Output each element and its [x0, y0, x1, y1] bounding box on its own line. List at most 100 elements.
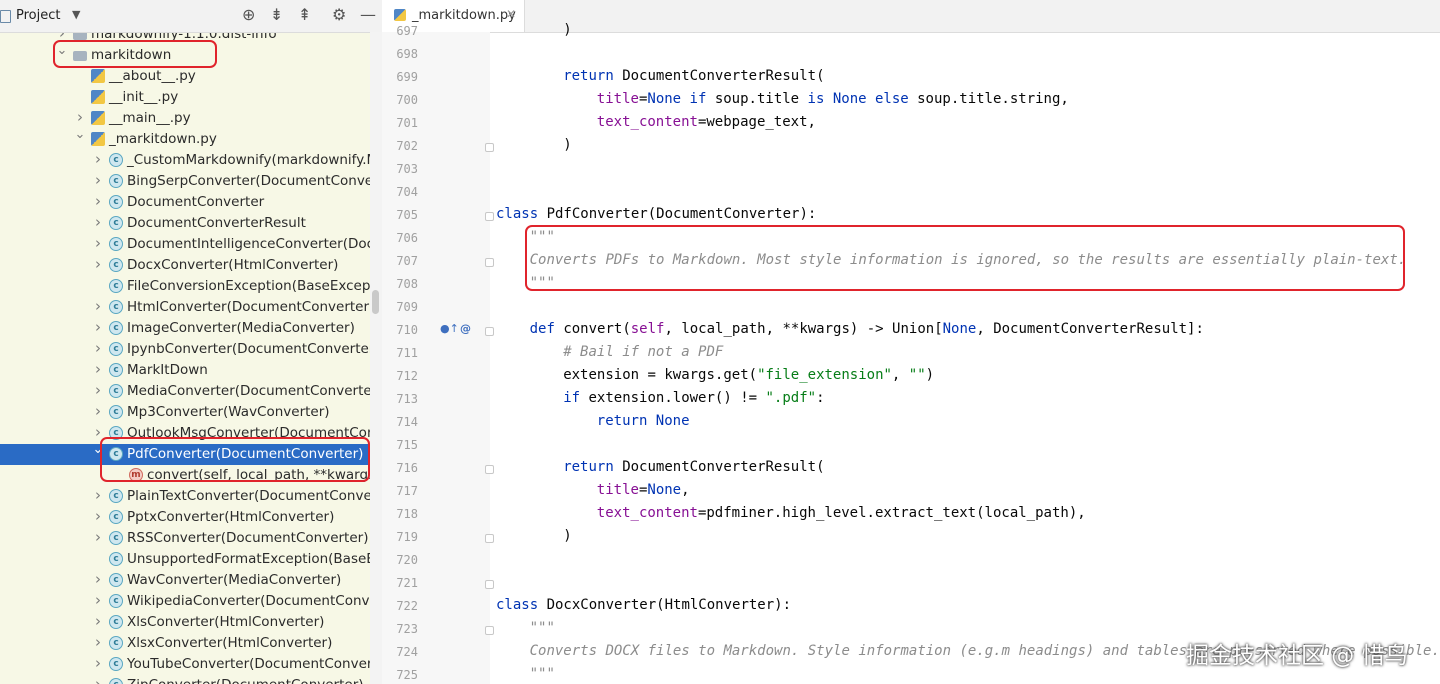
code-line[interactable]: # Bail if not a PDF [563, 344, 723, 360]
code-line[interactable]: if extension.lower() != ".pdf": [563, 390, 824, 406]
code-line[interactable]: text_content=pdfminer.high_level.extract… [597, 505, 1086, 521]
tree-class-item[interactable]: › c IpynbConverter(DocumentConverter) [0, 339, 370, 360]
code-line[interactable]: """ [530, 275, 555, 291]
tree-file-item[interactable]: ⌄ markitdown [0, 45, 370, 66]
chevron-right-icon[interactable]: › [92, 192, 104, 210]
tree-class-item[interactable]: › c BingSerpConverter(DocumentConvert [0, 171, 370, 192]
tree-class-item[interactable]: › c PptxConverter(HtmlConverter) [0, 507, 370, 528]
code-line[interactable]: extension = kwargs.get("file_extension",… [563, 367, 934, 383]
hide-icon[interactable]: — [360, 5, 376, 25]
tree-class-item[interactable]: › c _CustomMarkdownify(markdownify.M [0, 150, 370, 171]
line-number: 715 [396, 438, 418, 452]
tree-class-item[interactable]: › c RSSConverter(DocumentConverter) [0, 528, 370, 549]
tree-class-item[interactable]: › c YouTubeConverter(DocumentConverte [0, 654, 370, 675]
tree-class-item[interactable]: › c PlainTextConverter(DocumentConvert [0, 486, 370, 507]
code-line[interactable]: text_content=webpage_text, [597, 114, 816, 130]
tree-class-item[interactable]: › c WavConverter(MediaConverter) [0, 570, 370, 591]
chevron-right-icon[interactable]: › [92, 423, 104, 441]
chevron-right-icon[interactable]: › [92, 402, 104, 420]
code-line[interactable]: ) [563, 22, 571, 38]
tree-class-item[interactable]: ⌄ c PdfConverter(DocumentConverter) [0, 444, 370, 465]
chevron-down-icon[interactable]: ⌄ [56, 45, 68, 58]
tree-class-item[interactable]: c UnsupportedFormatException(BaseEx [0, 549, 370, 570]
code-line[interactable]: class DocxConverter(HtmlConverter): [496, 597, 791, 613]
fold-marker-icon[interactable] [485, 534, 494, 543]
code-line[interactable]: class PdfConverter(DocumentConverter): [496, 206, 816, 222]
gear-icon[interactable]: ⚙ [332, 5, 346, 25]
fold-marker-icon[interactable] [485, 580, 494, 589]
tree-class-item[interactable]: › c XlsxConverter(HtmlConverter) [0, 633, 370, 654]
chevron-right-icon[interactable]: › [92, 612, 104, 630]
tree-file-item[interactable]: ⌄ _markitdown.py [0, 129, 370, 150]
tree-class-item[interactable]: › c DocumentConverter [0, 192, 370, 213]
code-line[interactable]: Converts PDFs to Markdown. Most style in… [530, 252, 1407, 268]
tree-method-item[interactable]: m convert(self, local_path, **kwargs) [0, 465, 370, 486]
code-line[interactable]: """ [530, 229, 555, 245]
chevron-right-icon[interactable]: › [92, 381, 104, 399]
chevron-right-icon[interactable]: › [92, 318, 104, 336]
tree-class-item[interactable]: › c ImageConverter(MediaConverter) [0, 318, 370, 339]
chevron-right-icon[interactable]: › [92, 234, 104, 252]
fold-marker-icon[interactable] [485, 626, 494, 635]
chevron-right-icon[interactable]: › [92, 255, 104, 273]
chevron-right-icon[interactable]: › [92, 486, 104, 504]
code-editor[interactable]: _markitdown.py ✕ 697 698 699 700 701 702 703 70… [382, 0, 1440, 684]
code-line[interactable]: def convert(self, local_path, **kwargs) … [530, 321, 1204, 337]
chevron-right-icon[interactable]: › [92, 297, 104, 315]
locate-icon[interactable]: ⊕ [242, 5, 255, 25]
fold-marker-icon[interactable] [485, 258, 494, 267]
tree-class-item[interactable]: › c Mp3Converter(WavConverter) [0, 402, 370, 423]
code-line[interactable]: return None [597, 413, 690, 429]
code-line[interactable]: """ [530, 620, 555, 636]
tree-class-item[interactable]: › c HtmlConverter(DocumentConverter) [0, 297, 370, 318]
project-scrollbar[interactable] [370, 32, 382, 684]
chevron-right-icon[interactable]: › [74, 108, 86, 126]
chevron-right-icon[interactable]: › [92, 360, 104, 378]
code-line[interactable]: """ [530, 666, 555, 682]
chevron-right-icon[interactable]: › [92, 591, 104, 609]
tree-class-item[interactable]: › c MediaConverter(DocumentConverter) [0, 381, 370, 402]
code-line[interactable]: return DocumentConverterResult( [563, 459, 824, 475]
fold-marker-icon[interactable] [485, 212, 494, 221]
chevron-right-icon[interactable]: › [92, 171, 104, 189]
code-line[interactable]: return DocumentConverterResult( [563, 68, 824, 84]
tree-class-item[interactable]: › c DocxConverter(HtmlConverter) [0, 255, 370, 276]
tree-file-item[interactable]: __init__.py [0, 87, 370, 108]
chevron-down-icon[interactable]: ▼ [72, 8, 80, 21]
fold-marker-icon[interactable] [485, 327, 494, 336]
chevron-right-icon[interactable]: › [92, 675, 104, 684]
fold-marker-icon[interactable] [485, 143, 494, 152]
code-line[interactable]: ) [563, 137, 571, 153]
chevron-right-icon[interactable]: › [92, 528, 104, 546]
tree-file-item[interactable]: › __main__.py [0, 108, 370, 129]
chevron-right-icon[interactable]: › [92, 213, 104, 231]
tree-class-item[interactable]: c FileConversionException(BaseExcepti [0, 276, 370, 297]
tree-class-item[interactable]: › c WikipediaConverter(DocumentConver [0, 591, 370, 612]
tree-class-item[interactable]: › c XlsConverter(HtmlConverter) [0, 612, 370, 633]
code-line[interactable]: title=None, [597, 482, 690, 498]
chevron-right-icon[interactable]: › [92, 654, 104, 672]
copilot-icon[interactable]: @ [460, 322, 471, 335]
chevron-down-icon[interactable]: ⌄ [92, 444, 104, 457]
chevron-right-icon[interactable]: › [92, 507, 104, 525]
override-icon[interactable]: ●↑ [440, 322, 459, 335]
chevron-right-icon[interactable]: › [92, 339, 104, 357]
collapse-all-icon[interactable]: ⇞ [298, 5, 311, 25]
tree-class-item[interactable]: › c DocumentIntelligenceConverter(Docu [0, 234, 370, 255]
tree-class-item[interactable]: › c MarkItDown [0, 360, 370, 381]
code-line[interactable]: ) [563, 528, 571, 544]
chevron-right-icon[interactable]: › [92, 633, 104, 651]
project-panel-title[interactable]: Project [16, 8, 60, 23]
chevron-right-icon[interactable]: › [92, 150, 104, 168]
expand-all-icon[interactable]: ⇟ [270, 5, 283, 25]
tree-file-item[interactable]: __about__.py [0, 66, 370, 87]
chevron-right-icon[interactable]: › [92, 570, 104, 588]
code-line[interactable]: title=None if soup.title is None else so… [597, 91, 1069, 107]
fold-marker-icon[interactable] [485, 465, 494, 474]
close-icon[interactable]: ✕ [506, 7, 516, 21]
tree-class-item[interactable]: › c OutlookMsgConverter(DocumentConv [0, 423, 370, 444]
tree-class-item[interactable]: › c ZipConverter(DocumentConverter) [0, 675, 370, 684]
tree-class-item[interactable]: › c DocumentConverterResult [0, 213, 370, 234]
scrollbar-thumb[interactable] [372, 290, 379, 314]
chevron-down-icon[interactable]: ⌄ [74, 129, 86, 142]
